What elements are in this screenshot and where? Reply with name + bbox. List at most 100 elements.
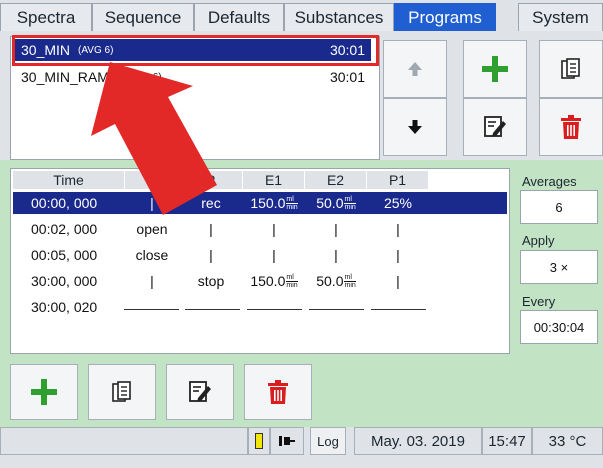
edit-icon (189, 381, 211, 402)
delete-program-button[interactable] (539, 98, 603, 156)
tab-system[interactable]: System (518, 3, 603, 31)
tab-programs[interactable]: Programs (394, 3, 496, 31)
column-header-valve (125, 171, 179, 189)
unit-denominator: min (344, 281, 356, 289)
empty-cell-line (185, 309, 240, 310)
program-averages: (AVG 6) (126, 71, 162, 83)
unit-denominator: min (286, 203, 298, 211)
tab-bar: Spectra Sequence Defaults Substances Pro… (0, 0, 603, 34)
every-field[interactable]: 00:30:04 (520, 310, 598, 344)
cell-e2: 50.0 ml min (305, 270, 367, 292)
cell-e1-value: 150.0 (250, 195, 286, 211)
log-button[interactable]: Log (310, 427, 346, 455)
unit-numerator: ml (344, 196, 356, 204)
cell-e2: | (334, 221, 338, 237)
move-down-button[interactable] (383, 98, 447, 156)
apply-label: Apply (522, 233, 555, 248)
cell-p1: 25% (383, 195, 413, 211)
cell-p1: | (396, 273, 400, 289)
column-header-e1: E1 (243, 171, 305, 189)
averages-label: Averages (522, 174, 577, 189)
move-up-button[interactable] (383, 40, 447, 98)
column-header-e2: E2 (305, 171, 367, 189)
cell-e2: | (334, 247, 338, 263)
unit-numerator: ml (344, 274, 356, 282)
status-temperature: 33 °C (532, 427, 603, 455)
cell-e1: 150.0 ml min (243, 270, 305, 292)
cell-p1: | (396, 221, 400, 237)
program-item[interactable]: 30_MIN (AVG 6) 30:01 (15, 39, 371, 61)
cell-valve: | (150, 195, 154, 211)
edit-program-button[interactable] (463, 98, 527, 156)
add-step-button[interactable] (10, 364, 78, 420)
empty-cell-line (309, 309, 364, 310)
delete-step-button[interactable] (244, 364, 312, 420)
cell-valve: | (150, 273, 154, 289)
tab-sequence[interactable]: Sequence (92, 3, 194, 31)
copy-program-button[interactable] (539, 40, 603, 98)
cell-e2-value: 50.0 (316, 195, 344, 211)
empty-cell-line (124, 309, 179, 310)
flow-unit: ml min (344, 274, 356, 289)
plus-icon (31, 379, 57, 405)
edit-icon (484, 116, 506, 137)
column-header-p1: P1 (367, 171, 429, 189)
status-message-area (0, 427, 248, 455)
unit-numerator: ml (286, 196, 298, 204)
cell-r: | (209, 247, 213, 263)
trash-icon (561, 115, 581, 139)
cell-r: stop (197, 273, 225, 289)
unit-denominator: min (344, 203, 356, 211)
cell-valve: open (136, 221, 168, 237)
program-duration: 30:01 (329, 42, 365, 58)
cell-p1: | (396, 247, 400, 263)
plug-icon (279, 436, 295, 446)
copy-icon (112, 381, 131, 402)
edit-step-button[interactable] (166, 364, 234, 420)
copy-icon (561, 58, 580, 79)
program-duration: 30:01 (329, 69, 365, 85)
cell-e1-value: 150.0 (250, 273, 286, 289)
cell-r: rec (201, 195, 221, 211)
cell-time: 00:02, 000 (31, 221, 98, 237)
arrow-down-icon (408, 120, 422, 134)
battery-indicator (248, 427, 270, 455)
averages-field[interactable]: 6 (520, 190, 598, 224)
flow-unit: ml min (344, 196, 356, 211)
status-date: May. 03. 2019 (354, 427, 482, 455)
cell-time: 00:05, 000 (31, 247, 98, 263)
flow-unit: ml min (286, 274, 298, 289)
cell-r: | (209, 221, 213, 237)
plus-icon (482, 56, 508, 82)
empty-cell-line (247, 309, 302, 310)
apply-field[interactable]: 3 × (520, 250, 598, 284)
copy-step-button[interactable] (88, 364, 156, 420)
every-label: Every (522, 294, 556, 309)
cell-time: 30:00, 020 (31, 299, 98, 315)
arrow-up-icon (408, 62, 422, 76)
cell-time: 00:00, 000 (31, 195, 98, 211)
bottom-strip (0, 455, 603, 468)
tab-substances[interactable]: Substances (284, 3, 394, 31)
flow-unit: ml min (286, 196, 298, 211)
tab-spectra[interactable]: Spectra (0, 3, 92, 31)
cell-e1: | (272, 247, 276, 263)
trash-icon (268, 380, 288, 404)
cell-e1: | (272, 221, 276, 237)
tab-defaults[interactable]: Defaults (194, 3, 284, 31)
program-averages: (AVG 6) (78, 44, 114, 56)
empty-cell-line (371, 309, 426, 310)
column-header-time: Time (13, 171, 125, 189)
power-indicator (270, 427, 304, 455)
cell-valve: close (135, 247, 169, 263)
unit-denominator: min (286, 281, 298, 289)
program-name: 30_MIN (21, 42, 71, 58)
cell-e2-value: 50.0 (316, 273, 344, 289)
program-name: 30_MIN_RAMP (21, 69, 119, 85)
add-program-button[interactable] (463, 40, 527, 98)
battery-icon (255, 433, 263, 449)
unit-numerator: ml (286, 274, 298, 282)
cell-e2: 50.0 ml min (305, 192, 367, 214)
program-item[interactable]: 30_MIN_RAMP (AVG 6) 30:01 (15, 66, 371, 88)
status-time: 15:47 (482, 427, 532, 455)
